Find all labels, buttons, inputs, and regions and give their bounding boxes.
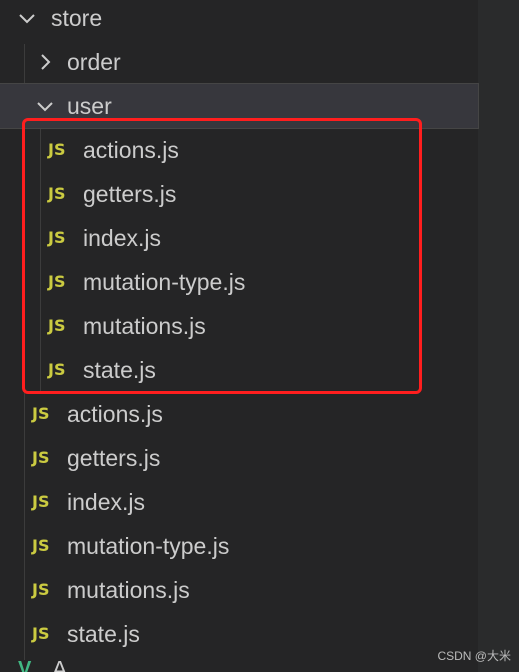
file-item[interactable]: JS mutations.js: [0, 568, 478, 612]
js-file-icon: JS: [32, 580, 50, 599]
js-file-icon: JS: [48, 360, 66, 379]
file-label: getters.js: [67, 445, 161, 471]
folder-user[interactable]: user: [0, 83, 479, 129]
file-label: actions.js: [67, 401, 163, 427]
chevron-down-icon: [16, 7, 38, 29]
js-file-icon: JS: [32, 492, 50, 511]
scrollbar-track[interactable]: [478, 0, 519, 672]
folder-order[interactable]: order: [0, 40, 478, 84]
watermark: CSDN @大米: [437, 649, 511, 663]
js-file-icon: JS: [32, 448, 50, 467]
file-item[interactable]: JS mutation-type.js: [0, 524, 478, 568]
file-item[interactable]: JS getters.js: [0, 172, 478, 216]
file-item[interactable]: JS mutation-type.js: [0, 260, 478, 304]
file-label: actions.js: [83, 137, 179, 163]
file-label: mutations.js: [67, 577, 190, 603]
file-label: mutation-type.js: [67, 533, 230, 559]
file-label: mutation-type.js: [83, 269, 246, 295]
js-file-icon: JS: [48, 140, 66, 159]
folder-label: order: [67, 49, 121, 75]
file-item[interactable]: JS actions.js: [0, 128, 478, 172]
folder-label: user: [67, 93, 112, 119]
js-file-icon: JS: [48, 184, 66, 203]
file-item[interactable]: JS getters.js: [0, 436, 478, 480]
folder-store[interactable]: store: [0, 0, 478, 40]
file-explorer: store order user JS actions.js JS getter…: [0, 0, 519, 672]
file-label[interactable]: A: [52, 656, 67, 672]
file-item[interactable]: JS state.js: [0, 348, 478, 392]
chevron-right-icon: [34, 51, 56, 73]
js-file-icon: JS: [48, 228, 66, 247]
js-file-icon: JS: [48, 272, 66, 291]
file-item[interactable]: JS actions.js: [0, 392, 478, 436]
file-label: index.js: [83, 225, 161, 251]
folder-label: store: [51, 5, 103, 31]
vue-file-icon: V: [18, 658, 32, 672]
file-label: state.js: [83, 357, 156, 383]
js-file-icon: JS: [32, 536, 50, 555]
file-item[interactable]: JS index.js: [0, 216, 478, 260]
file-item[interactable]: JS state.js: [0, 612, 478, 656]
file-label: getters.js: [83, 181, 177, 207]
js-file-icon: JS: [32, 624, 50, 643]
js-file-icon: JS: [48, 316, 66, 335]
file-item[interactable]: JS index.js: [0, 480, 478, 524]
chevron-down-icon: [34, 95, 56, 117]
file-label: state.js: [67, 621, 140, 647]
file-item[interactable]: JS mutations.js: [0, 304, 478, 348]
file-label: index.js: [67, 489, 145, 515]
file-label: mutations.js: [83, 313, 206, 339]
js-file-icon: JS: [32, 404, 50, 423]
